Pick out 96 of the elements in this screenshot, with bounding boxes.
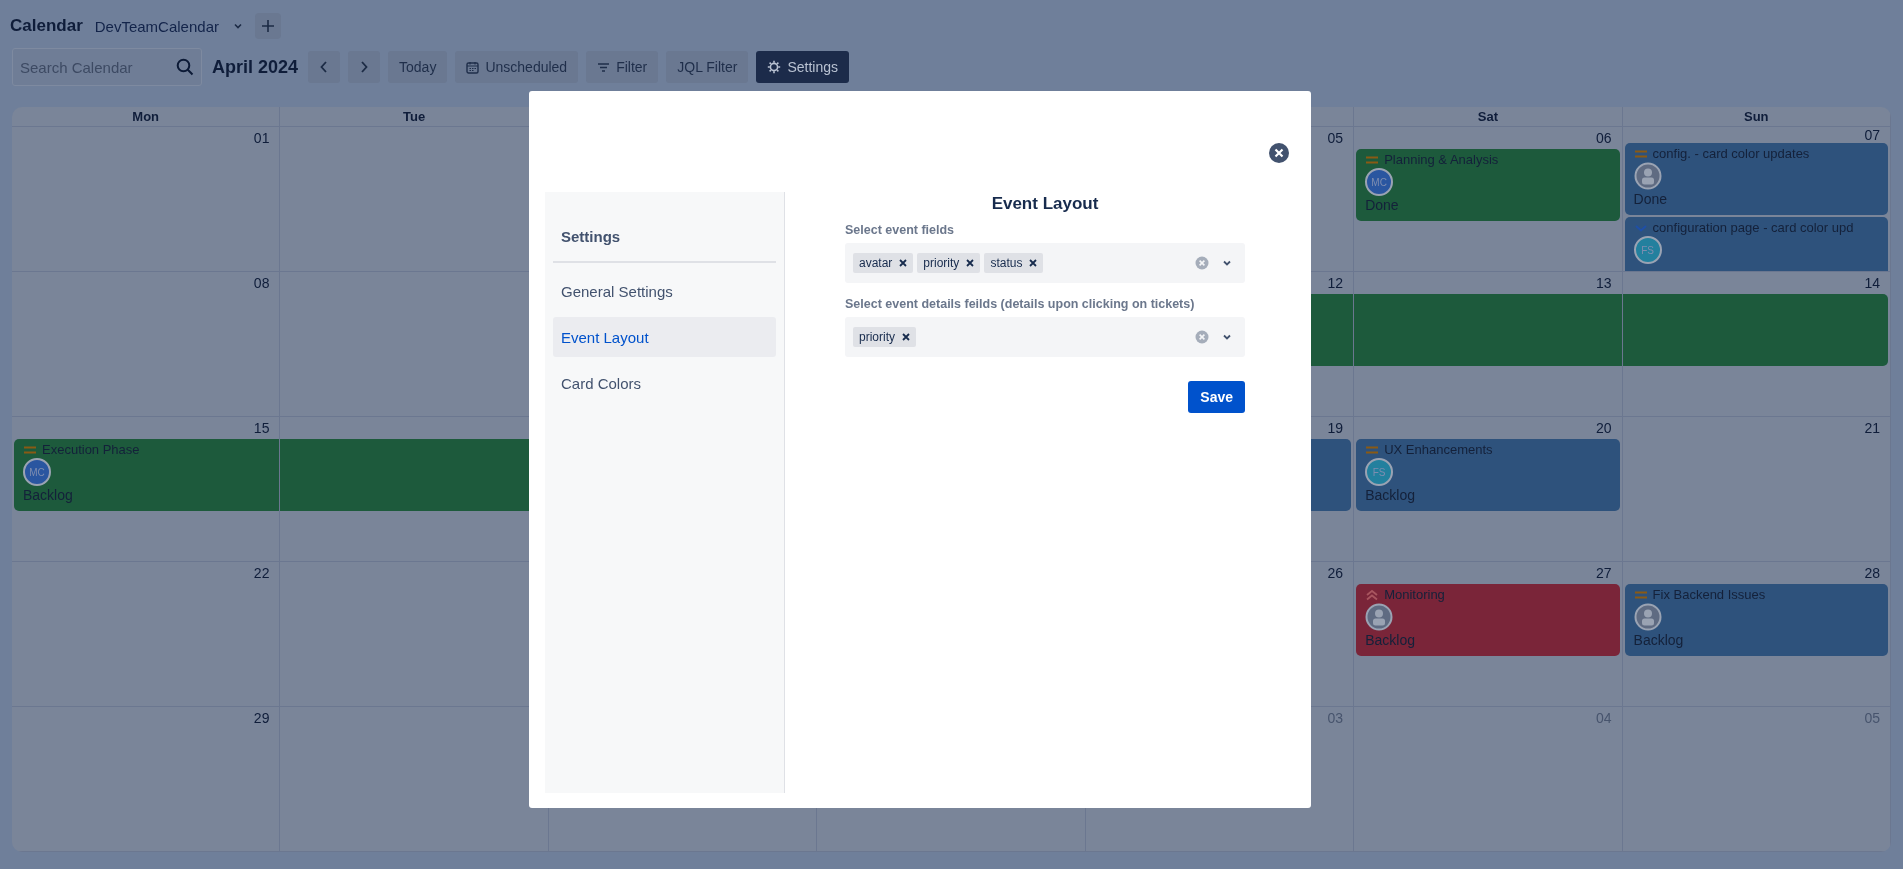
- user-avatar: MC: [23, 458, 51, 486]
- toolbar-button[interactable]: Today: [388, 51, 448, 83]
- event-title: Planning & Analysis: [1384, 152, 1499, 167]
- remove-tag-button[interactable]: [899, 259, 908, 267]
- weekday-label: Mon: [132, 109, 160, 124]
- multi-select-field[interactable]: avatar priority status: [845, 243, 1245, 283]
- sidebar-item[interactable]: Event Layout: [553, 317, 776, 357]
- remove-tag-button[interactable]: [966, 259, 975, 267]
- close-icon: [966, 259, 975, 267]
- chevron-right-icon: [359, 61, 370, 73]
- calendar-icon: [466, 60, 480, 74]
- day-number: 26: [1327, 565, 1344, 581]
- double-bar-icon: [1633, 148, 1648, 159]
- day-number: 15: [253, 420, 270, 436]
- event-title: Execution Phase: [42, 442, 140, 457]
- event-status: Backlog: [1633, 632, 1684, 648]
- person-avatar-icon: [1633, 603, 1662, 631]
- user-avatar: MC: [1365, 168, 1394, 196]
- day-number: 28: [1864, 565, 1880, 581]
- day-number: 06: [1596, 130, 1612, 146]
- event-card[interactable]: Planning & Analysis MC Done: [1356, 149, 1620, 221]
- double-chevron-up-icon: [1365, 588, 1380, 601]
- event-card[interactable]: Fix Backend Issues Backlog: [1624, 584, 1888, 656]
- event-status: Backlog: [23, 487, 73, 503]
- day-number: 21: [1864, 420, 1880, 436]
- day-number: 19: [1327, 420, 1344, 436]
- event-status: Done: [1365, 197, 1399, 213]
- day-number: 14: [1864, 275, 1880, 291]
- plus-icon: [261, 19, 275, 33]
- tag-label: status: [990, 256, 1023, 270]
- day-number: 07: [1864, 127, 1880, 143]
- search-icon: [176, 58, 194, 76]
- day-number: 20: [1596, 420, 1612, 436]
- chevron-down-icon: [1633, 222, 1648, 233]
- double-bar-icon: [1365, 154, 1380, 165]
- save-button[interactable]: Save: [1188, 381, 1245, 413]
- close-icon: [902, 333, 910, 341]
- event-card[interactable]: config. - card color updates Done: [1624, 143, 1888, 215]
- close-icon: [1269, 143, 1289, 163]
- day-number: 13: [1596, 275, 1612, 291]
- day-number: 29: [253, 710, 270, 726]
- user-avatar: FS: [1365, 458, 1394, 486]
- event-card[interactable]: Execution Phase MC Backlog: [14, 439, 280, 511]
- event-title: UX Enhancements: [1384, 442, 1493, 457]
- double-bar-icon: [1365, 444, 1380, 455]
- event-card[interactable]: configuration page - card color upd FS: [1624, 217, 1888, 271]
- calendar-selector[interactable]: DevTeamCalendar: [88, 13, 249, 39]
- field-label: Select event details feilds (details upon clicking on tickets): [845, 297, 1196, 311]
- day-number: 12: [1327, 275, 1344, 291]
- double-bar-icon: [23, 444, 37, 455]
- user-avatar: FS: [1633, 236, 1662, 264]
- event-card[interactable]: UX Enhancements FS Backlog: [1356, 439, 1620, 511]
- day-number: 05: [1327, 130, 1344, 146]
- month-label: April 2024: [212, 56, 299, 78]
- day-number: 08: [253, 275, 270, 291]
- person-avatar-icon: [1633, 162, 1662, 190]
- day-number: 22: [253, 565, 270, 581]
- settings-button[interactable]: Settings: [756, 51, 849, 83]
- app-title: Calendar: [10, 16, 83, 36]
- event-status: Backlog: [1365, 487, 1415, 503]
- event-title: config. - card color updates: [1652, 146, 1810, 161]
- day-number: 01: [253, 130, 270, 146]
- section-title: Event Layout: [990, 194, 1100, 214]
- unscheduled-button[interactable]: Unscheduled: [455, 51, 579, 83]
- event-status: Backlog: [1365, 632, 1415, 648]
- filter-button[interactable]: Filter: [586, 51, 659, 83]
- weekday-label: Sun: [1744, 109, 1769, 124]
- add-calendar-button[interactable]: [255, 13, 281, 39]
- remove-tag-button[interactable]: [902, 333, 910, 341]
- toolbar-button[interactable]: JQL Filter: [666, 51, 749, 83]
- sidebar-item[interactable]: Card Colors: [553, 363, 776, 403]
- close-icon: [899, 259, 908, 267]
- settings-icon: [767, 60, 782, 74]
- weekday-label: Sat: [1477, 109, 1498, 124]
- close-button[interactable]: [1269, 143, 1289, 163]
- remove-tag-button[interactable]: [1029, 259, 1038, 267]
- person-avatar-icon: [1365, 603, 1394, 631]
- event-title: Monitoring: [1384, 587, 1445, 602]
- field-label: Select event fields: [845, 223, 956, 237]
- close-icon: [1029, 259, 1038, 267]
- multi-select-field[interactable]: priority: [845, 317, 1245, 357]
- event-card[interactable]: Monitoring Backlog: [1356, 584, 1620, 656]
- filter-icon: [597, 61, 611, 73]
- tag-label: priority: [923, 256, 960, 270]
- sidebar-title: Settings: [560, 227, 622, 247]
- event-status: Done: [1633, 191, 1668, 207]
- event-title: Fix Backend Issues: [1652, 587, 1766, 602]
- tag-label: priority: [859, 330, 895, 344]
- event-title: configuration page - card color upd: [1652, 220, 1854, 235]
- sidebar-item[interactable]: General Settings: [553, 271, 776, 311]
- weekday-label: Tue: [403, 109, 426, 124]
- day-number: 27: [1596, 565, 1612, 581]
- chevron-left-icon: [319, 61, 330, 73]
- double-bar-icon: [1633, 589, 1648, 600]
- caret-icon: [233, 21, 243, 31]
- tag-label: avatar: [859, 256, 893, 270]
